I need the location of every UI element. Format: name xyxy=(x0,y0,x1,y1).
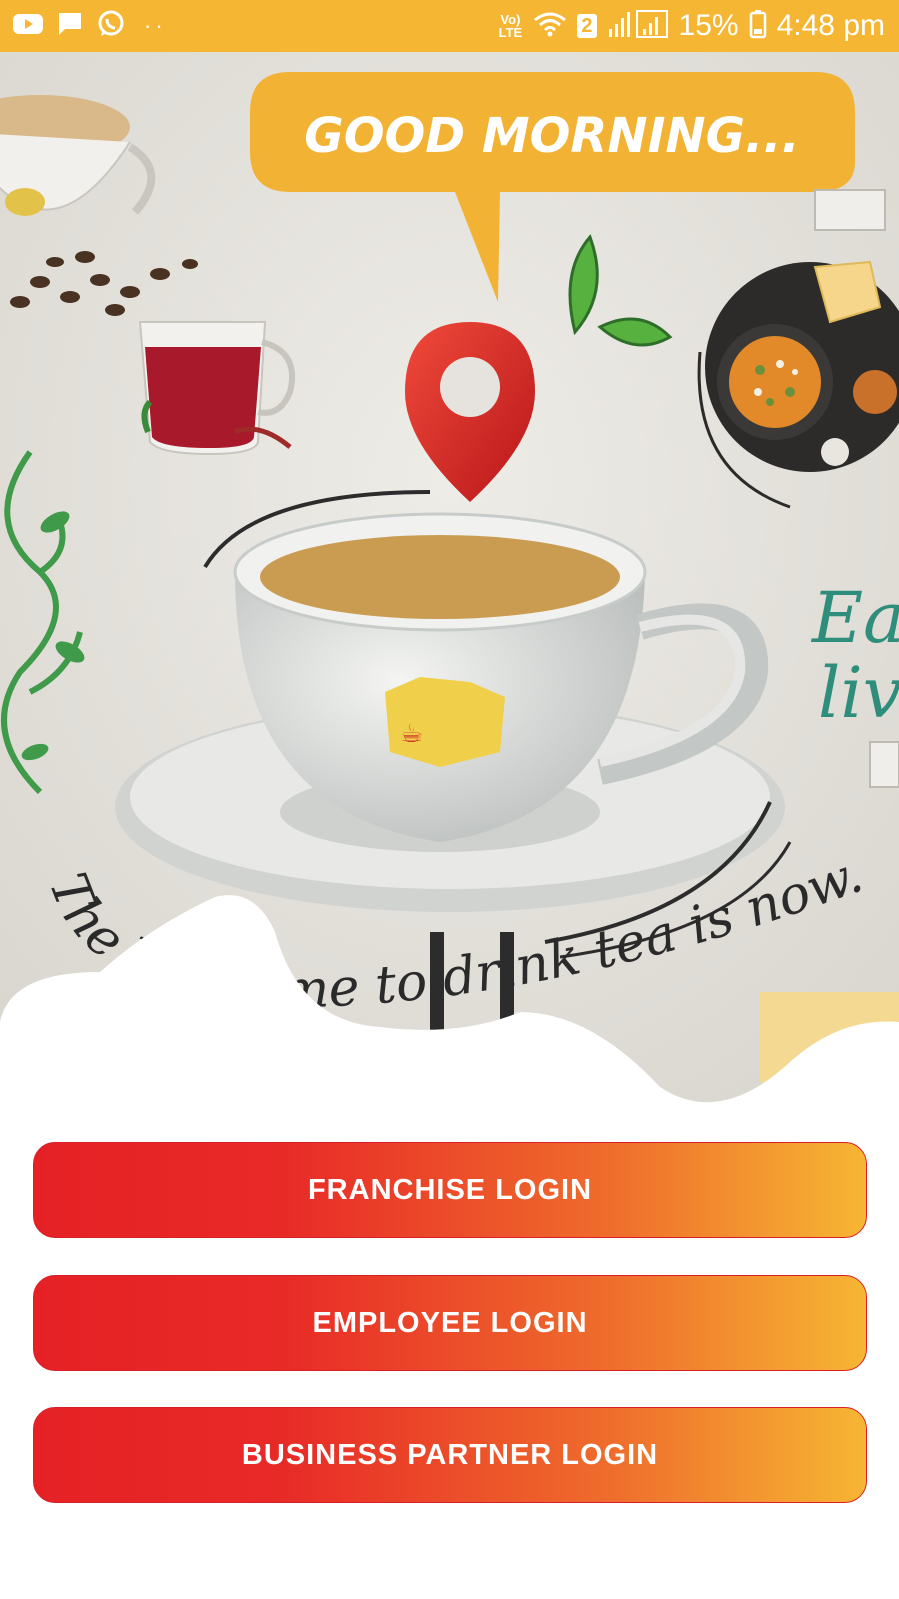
speech-bubble-text: GOOD MORNING... xyxy=(304,108,799,164)
business-partner-login-button[interactable]: BUSINESS PARTNER LOGIN xyxy=(33,1407,867,1503)
employee-login-button[interactable]: EMPLOYEE LOGIN xyxy=(33,1275,867,1371)
wall-switch xyxy=(814,189,886,231)
lte-label: Vo) LTE xyxy=(498,12,523,40)
battery-percent: 15% xyxy=(678,9,739,42)
notification-icons: ·· xyxy=(12,9,167,44)
hero-image: GOOD MORNING... Eat live xyxy=(0,52,899,1122)
franchise-login-button[interactable]: FRANCHISE LOGIN xyxy=(33,1142,867,1238)
wall-text-live: live xyxy=(818,652,899,734)
youtube-icon xyxy=(12,12,44,41)
wifi-icon xyxy=(533,10,567,43)
wall-text-eat: Eat xyxy=(810,577,899,659)
whatsapp-icon xyxy=(96,9,126,44)
clock: 4:48 pm xyxy=(776,9,885,42)
more-dots-icon: ·· xyxy=(144,13,167,38)
signal-icon xyxy=(607,9,669,44)
svg-text:☕: ☕ xyxy=(400,719,423,749)
status-bar: ·· Vo) LTE 2 15% 4:48 pm xyxy=(0,0,899,52)
message-icon xyxy=(56,10,84,43)
sim-badge: 2 xyxy=(577,14,597,38)
battery-icon xyxy=(749,9,767,44)
system-icons: Vo) LTE 2 15% 4:48 pm xyxy=(497,9,885,44)
